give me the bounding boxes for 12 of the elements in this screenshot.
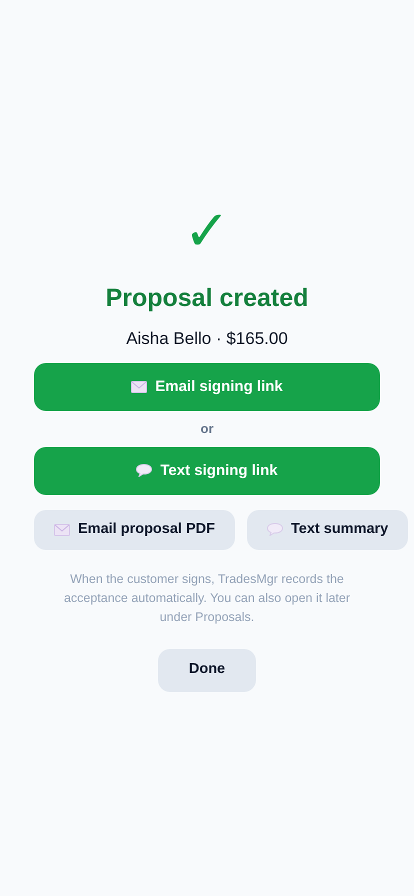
- secondary-action-button[interactable]: Text summary: [246, 510, 408, 550]
- speech-bubble-icon: [266, 523, 283, 536]
- or-separator: or: [200, 420, 214, 438]
- title: Proposal created: [106, 283, 308, 314]
- check-mark: ✓: [184, 204, 230, 260]
- envelope-icon: [131, 381, 148, 394]
- envelope-icon: [54, 524, 70, 536]
- note: When the customer signs, TradesMgr records the acceptance automatically. You can also open it later under Proposals.: [62, 570, 352, 626]
- done-button[interactable]: Done: [158, 648, 256, 692]
- subtitle: Aisha Bello · $165.00: [126, 328, 288, 350]
- speech-bubble-icon: [136, 464, 152, 478]
- secondary-action-button[interactable]: Email proposal PDF: [34, 510, 235, 550]
